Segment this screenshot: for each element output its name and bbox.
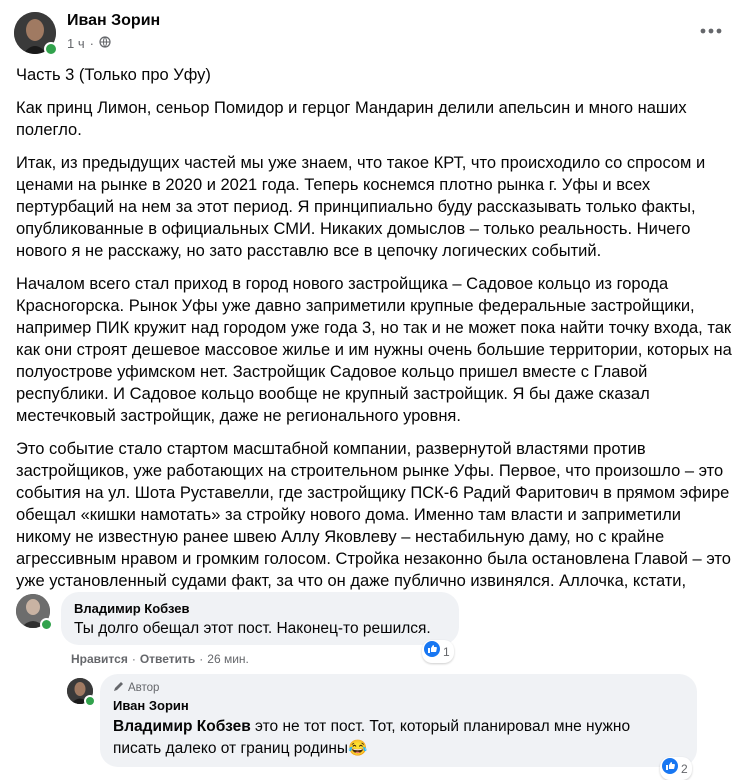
more-options-icon[interactable] [699,24,723,36]
comment-time[interactable]: 26 мин. [207,652,249,666]
like-reaction-icon [662,758,678,779]
like-link[interactable]: Нравится [71,652,128,666]
post-meta: 1 ч · [67,36,111,51]
post-paragraph: Часть 3 (Только про Уфу) [16,66,211,84]
online-status-dot [84,695,96,707]
reaction-count: 2 [681,761,688,776]
reply-text-line2: писать далеко от границ родины [113,740,349,757]
reaction-count: 1 [443,644,450,659]
post-paragraph: Как принц Лимон, сеньор Помидор и герцог… [16,99,687,139]
reply-text-line1: это не тот пост. Тот, который планировал… [250,718,631,735]
action-separator: · [199,652,204,666]
globe-icon [99,36,111,51]
reply-author[interactable]: Иван Зорин [113,698,189,713]
reply-link[interactable]: Ответить [140,652,195,666]
like-reaction-icon [424,641,440,662]
reply-text: Владимир Кобзев это не тот пост. Тот, ко… [113,716,683,760]
comment-reaction[interactable]: 1 [422,640,454,663]
comment-text: Ты долго обещал этот пост. Наконец-то ре… [74,620,431,637]
meta-separator: · [89,36,94,51]
post-body: Часть 3 (Только про Уфу) Как принц Лимон… [16,64,732,592]
laughing-emoji-icon: 😂 [348,740,368,757]
mention-link[interactable]: Владимир Кобзев [113,718,251,735]
comment-actions: Нравится · Ответить · 26 мин. [71,652,249,666]
author-badge: Автор [113,681,159,695]
online-status-dot [40,618,53,631]
post-paragraph: Итак, из предыдущих частей мы уже знаем,… [16,154,706,260]
comment-author[interactable]: Владимир Кобзев [74,601,190,616]
post-author-name[interactable]: Иван Зорин [67,12,160,30]
online-status-dot [44,42,58,56]
reply-bubble: Автор Иван Зорин Владимир Кобзев это не … [100,674,697,767]
post-paragraph: Началом всего стал приход в город нового… [16,275,732,425]
author-badge-label: Автор [128,682,160,694]
reply-reaction[interactable]: 2 [660,757,692,780]
comment-bubble: Владимир Кобзев Ты долго обещал этот пос… [61,592,459,645]
post-time[interactable]: 1 ч [67,36,85,51]
pencil-icon [113,681,124,695]
action-separator: · [131,652,136,666]
post-paragraph: Это событие стало стартом масштабной ком… [16,440,731,590]
